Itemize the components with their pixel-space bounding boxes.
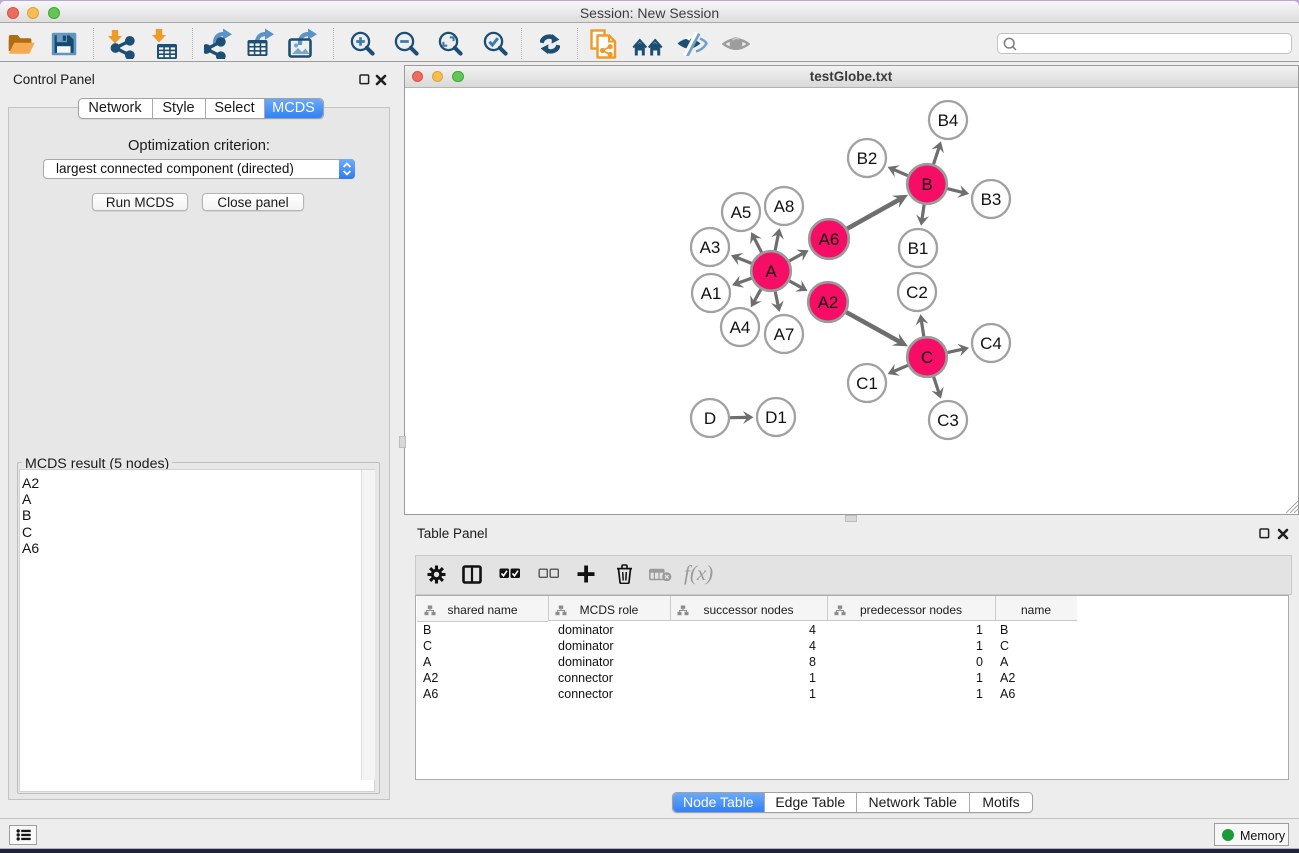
svg-text:B1: B1 [908,239,929,258]
svg-text:C2: C2 [906,283,928,302]
svg-text:B3: B3 [981,190,1002,209]
svg-text:D1: D1 [765,408,787,427]
svg-text:C1: C1 [856,374,878,393]
svg-text:A2: A2 [818,293,839,312]
svg-text:A1: A1 [701,284,722,303]
svg-text:B2: B2 [857,149,878,168]
svg-text:B4: B4 [938,111,959,130]
svg-text:A: A [765,262,777,281]
svg-text:C4: C4 [980,334,1002,353]
svg-text:A8: A8 [774,197,795,216]
svg-text:A4: A4 [730,318,751,337]
svg-text:A3: A3 [700,238,721,257]
svg-text:A6: A6 [819,230,840,249]
svg-text:B: B [921,175,932,194]
svg-text:A7: A7 [774,325,795,344]
svg-text:C: C [921,348,933,367]
svg-text:A5: A5 [731,203,752,222]
svg-text:C3: C3 [937,411,959,430]
svg-text:D: D [704,409,716,428]
